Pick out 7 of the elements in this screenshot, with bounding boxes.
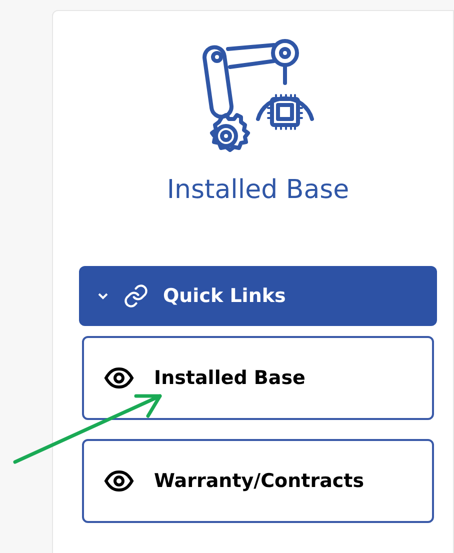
eye-icon [104, 470, 134, 492]
quick-links-header[interactable]: Quick Links [79, 266, 437, 326]
link-icon [123, 283, 149, 309]
quick-link[interactable]: Installed Base [82, 336, 434, 420]
page-title: Installed Base [166, 174, 350, 207]
quick-link[interactable]: Warranty/Contracts [82, 439, 434, 523]
eye-icon [104, 367, 134, 389]
